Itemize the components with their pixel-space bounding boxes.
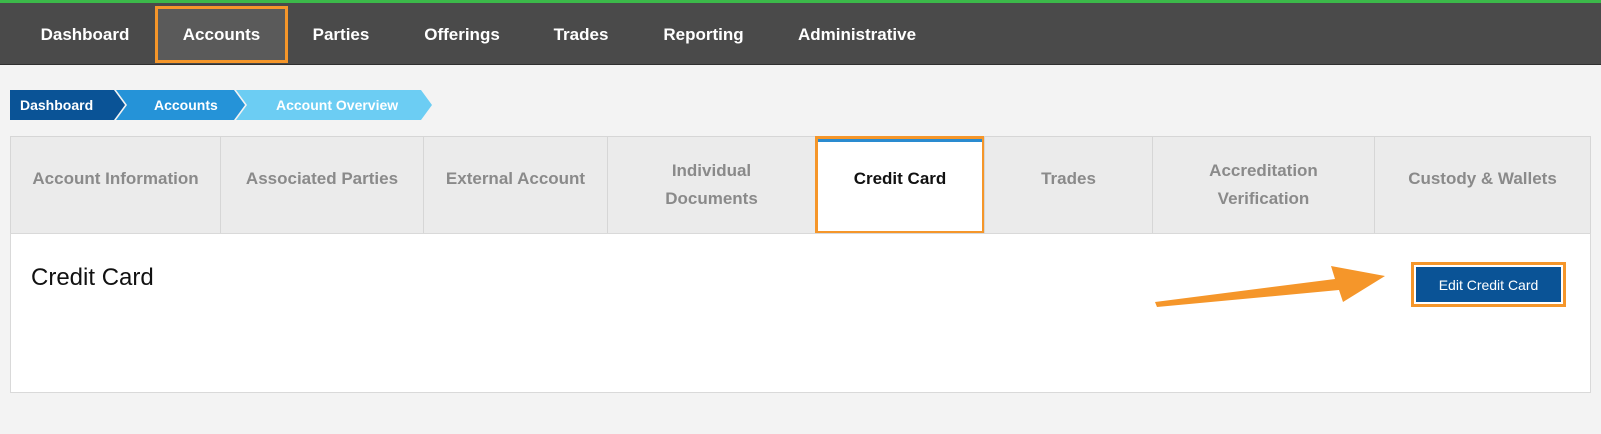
nav-item-parties[interactable]: Parties bbox=[298, 6, 384, 63]
credit-card-panel: Credit Card Edit Credit Card bbox=[10, 233, 1591, 393]
tab-account-information[interactable]: Account Information bbox=[10, 136, 221, 234]
tab-label: External Account bbox=[445, 169, 586, 188]
nav-item-accounts[interactable]: Accounts bbox=[155, 6, 288, 63]
tab-external-account[interactable]: External Account bbox=[423, 136, 608, 234]
tab-label: Custody & Wallets bbox=[1408, 169, 1557, 188]
tab-credit-card[interactable]: Credit Card bbox=[815, 136, 985, 234]
tab-label: Accreditation bbox=[1209, 161, 1318, 180]
tab-label: Credit Card bbox=[853, 169, 947, 188]
nav-item-dashboard[interactable]: Dashboard bbox=[15, 6, 155, 63]
tab-label: Individual bbox=[671, 161, 752, 180]
breadcrumb-accounts[interactable]: Accounts bbox=[116, 90, 245, 120]
top-navigation: Dashboard Accounts Parties Offerings Tra… bbox=[0, 0, 1601, 65]
tab-label: Associated Parties bbox=[245, 169, 399, 188]
nav-item-offerings[interactable]: Offerings bbox=[410, 6, 514, 63]
tab-label-line2: Verification bbox=[1217, 189, 1310, 208]
tab-trades[interactable]: Trades bbox=[984, 136, 1153, 234]
tab-custody-wallets[interactable]: Custody & Wallets bbox=[1374, 136, 1591, 234]
nav-item-trades[interactable]: Trades bbox=[540, 6, 622, 63]
tab-label-line2: Documents bbox=[665, 189, 758, 208]
tab-associated-parties[interactable]: Associated Parties bbox=[220, 136, 424, 234]
tab-label: Account Information bbox=[32, 169, 199, 188]
nav-item-administrative[interactable]: Administrative bbox=[785, 6, 929, 63]
account-tabs: Account Information Associated Parties E… bbox=[10, 136, 1591, 234]
tab-label: Trades bbox=[1041, 169, 1096, 188]
breadcrumb-account-overview[interactable]: Account Overview bbox=[236, 90, 432, 120]
panel-title: Credit Card bbox=[31, 264, 154, 291]
edit-credit-card-button[interactable]: Edit Credit Card bbox=[1411, 262, 1566, 307]
nav-item-reporting[interactable]: Reporting bbox=[650, 6, 757, 63]
tab-individual-documents[interactable]: Individual Documents bbox=[607, 136, 816, 234]
breadcrumb-dashboard[interactable]: Dashboard bbox=[10, 90, 125, 120]
tab-accreditation-verification[interactable]: Accreditation Verification bbox=[1152, 136, 1375, 234]
arrow-icon bbox=[1155, 266, 1385, 307]
